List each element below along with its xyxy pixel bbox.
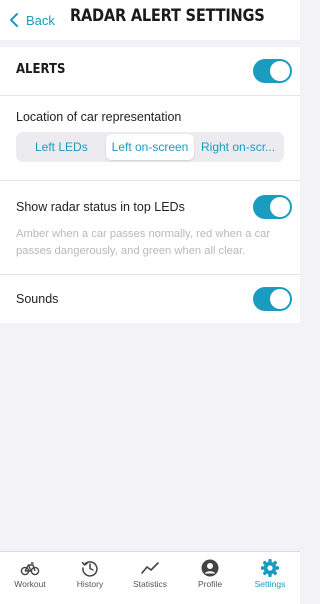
radar-status-label: Show radar status in top LEDs	[16, 200, 185, 214]
tab-label: History	[76, 579, 104, 589]
toggle-knob	[270, 61, 290, 81]
back-label: Back	[26, 12, 55, 28]
divider	[0, 180, 300, 181]
toggle-knob	[270, 197, 290, 217]
chevron-left-icon	[10, 13, 18, 27]
nav-header: Back RADAR ALERT SETTINGS	[0, 0, 300, 40]
tab-settings[interactable]: Settings	[240, 552, 300, 604]
history-icon	[81, 561, 98, 577]
toggle-knob	[270, 289, 290, 309]
page-title: RADAR ALERT SETTINGS	[70, 6, 265, 26]
sounds-label: Sounds	[16, 292, 59, 306]
tab-label: Workout	[14, 579, 46, 589]
profile-icon	[201, 559, 219, 577]
segment-left-leds[interactable]: Left LEDs	[35, 132, 88, 162]
tab-workout[interactable]: Workout	[0, 552, 60, 604]
bike-icon	[20, 562, 40, 576]
tab-label: Profile	[197, 579, 223, 589]
tab-label: Settings	[254, 579, 286, 589]
alerts-heading: ALERTS	[16, 62, 66, 77]
back-button[interactable]: Back	[8, 10, 55, 30]
segment-left-on-screen[interactable]: Left on-screen	[106, 134, 194, 160]
radar-status-toggle[interactable]	[253, 195, 292, 219]
car-representation-label: Location of car representation	[16, 110, 182, 124]
car-representation-segmented-control[interactable]: Left LEDs Left on-screen Right on-scr...	[16, 132, 284, 162]
tab-statistics[interactable]: Statistics	[120, 552, 180, 604]
divider	[0, 274, 300, 275]
tab-label: Statistics	[132, 579, 167, 589]
tab-profile[interactable]: Profile	[180, 552, 240, 604]
tab-bar: Workout History Statistics Profile Setti…	[0, 551, 300, 604]
statistics-icon	[141, 562, 159, 574]
gear-icon	[261, 559, 279, 577]
alerts-toggle[interactable]	[253, 59, 292, 83]
radar-status-description: Amber when a car passes normally, red wh…	[16, 228, 271, 257]
sounds-toggle[interactable]	[253, 287, 292, 311]
segment-right-on-screen[interactable]: Right on-scr...	[201, 132, 275, 162]
tab-history[interactable]: History	[60, 552, 120, 604]
